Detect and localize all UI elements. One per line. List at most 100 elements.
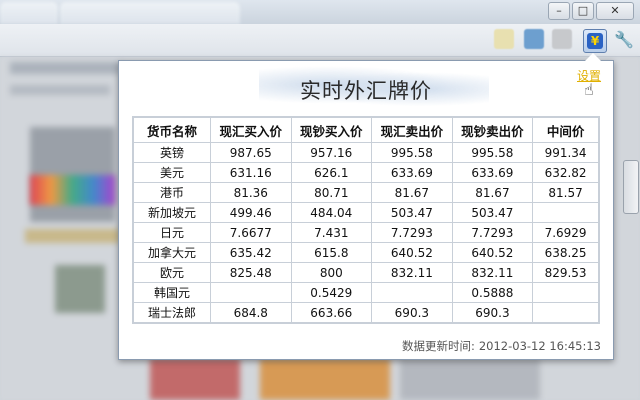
table-row: 港币 81.36 80.71 81.67 81.67 81.57 [132,182,600,203]
rate-cell: 7.6677 [209,222,292,243]
rate-cell: 825.48 [209,262,292,283]
browser-tab-active[interactable] [60,2,240,24]
rate-cell: 81.67 [371,182,453,203]
currency-name-cell: 英镑 [132,142,211,163]
column-header: 现钞卖出价 [451,116,534,143]
rate-cell: 832.11 [371,262,453,283]
rate-cell: 0.5429 [290,282,373,303]
rate-cell: 7.7293 [371,222,453,243]
rate-cell: 690.3 [451,302,534,324]
exchange-rate-table-wrap: 货币名称 现汇买入价 现钞买入价 现汇卖出价 现钞卖出价 中间价 英镑 987.6… [132,116,600,324]
blurred-image [150,359,240,400]
window-controls: – □ ✕ [548,2,634,20]
table-row: 日元 7.6677 7.431 7.7293 7.7293 7.6929 [132,222,600,243]
column-header: 货币名称 [132,116,211,143]
update-time-value: 2012-03-12 16:45:13 [478,339,601,353]
update-time: 数据更新时间: 2012-03-12 16:45:13 [398,338,601,354]
table-row: 韩国元 0.5429 0.5888 [132,282,600,303]
rate-cell: 995.58 [371,142,453,163]
table-row: 欧元 825.48 800 832.11 832.11 829.53 [132,262,600,283]
rate-cell: 626.1 [290,162,373,183]
blurred-text [10,85,110,95]
rate-cell: 81.67 [451,182,534,203]
popup-header: 实时外汇牌价 设置 ☝ [119,61,613,115]
column-header: 现钞买入价 [290,116,373,143]
rate-cell [532,202,600,223]
browser-tab[interactable] [0,2,58,24]
extension-icon[interactable] [524,29,544,49]
table-row: 瑞士法郎 684.8 663.66 690.3 690.3 [132,302,600,324]
blurred-text [10,62,120,74]
rate-cell: 631.16 [209,162,292,183]
currency-name-cell: 加拿大元 [132,242,211,263]
hand-cursor-icon: ☝ [584,80,594,99]
wrench-icon[interactable]: 🔧 [614,30,634,50]
currency-name-cell: 瑞士法郎 [132,302,211,324]
column-header: 现汇卖出价 [371,116,453,143]
blurred-button [25,229,120,243]
rate-cell: 7.431 [290,222,373,243]
rate-cell [532,302,600,324]
rate-cell: 503.47 [371,202,453,223]
table-header-row: 货币名称 现汇买入价 现钞买入价 现汇卖出价 现钞卖出价 中间价 [132,116,600,143]
rate-cell: 640.52 [451,242,534,263]
update-time-label: 数据更新时间: [401,339,475,353]
popup-arrow [585,53,601,61]
rate-cell: 0.5888 [451,282,534,303]
extension-icon[interactable] [552,29,572,49]
table-row: 美元 631.16 626.1 633.69 633.69 632.82 [132,162,600,183]
rate-cell [209,282,292,303]
browser-tab-strip: – □ ✕ [0,0,640,24]
currency-name-cell: 欧元 [132,262,211,283]
forex-extension-button[interactable]: ¥ [583,29,607,53]
currency-name-cell: 港币 [132,182,211,203]
rate-cell: 995.58 [451,142,534,163]
rate-cell: 7.7293 [451,222,534,243]
column-header: 现汇买入价 [209,116,292,143]
rate-cell: 484.04 [290,202,373,223]
rate-cell: 829.53 [532,262,600,283]
blurred-image [400,359,540,400]
rate-cell: 832.11 [451,262,534,283]
currency-name-cell: 新加坡元 [132,202,211,223]
rate-cell: 632.82 [532,162,600,183]
maximize-button[interactable]: □ [572,2,594,20]
exchange-rate-table: 货币名称 现汇买入价 现钞买入价 现汇卖出价 现钞卖出价 中间价 英镑 987.6… [132,116,600,324]
table-row: 英镑 987.65 957.16 995.58 995.58 991.34 [132,142,600,163]
rate-cell: 690.3 [371,302,453,324]
blurred-image [30,175,115,205]
rate-cell: 81.36 [209,182,292,203]
forex-popup: 实时外汇牌价 设置 ☝ 货币名称 现汇买入价 现钞买入价 现汇卖出价 现钞卖出价… [118,60,614,360]
minimize-button[interactable]: – [548,2,570,20]
table-body: 英镑 987.65 957.16 995.58 995.58 991.34 美元 631.16… [132,142,600,324]
rate-cell: 80.71 [290,182,373,203]
blurred-image [55,265,105,313]
rate-cell: 957.16 [290,142,373,163]
page-scrollbar[interactable] [623,160,639,214]
rate-cell: 499.46 [209,202,292,223]
rate-cell: 640.52 [371,242,453,263]
rate-cell: 633.69 [451,162,534,183]
column-header: 中间价 [532,116,600,143]
forex-extension-icon: ¥ [587,33,603,49]
rate-cell: 800 [290,262,373,283]
rate-cell: 663.66 [290,302,373,324]
rate-cell: 987.65 [209,142,292,163]
browser-toolbar [0,24,640,57]
rate-cell: 615.8 [290,242,373,263]
table-row: 新加坡元 499.46 484.04 503.47 503.47 [132,202,600,223]
currency-name-cell: 日元 [132,222,211,243]
rate-cell: 638.25 [532,242,600,263]
currency-name-cell: 美元 [132,162,211,183]
star-icon[interactable] [494,29,514,49]
rate-cell: 991.34 [532,142,600,163]
table-row: 加拿大元 635.42 615.8 640.52 640.52 638.25 [132,242,600,263]
currency-name-cell: 韩国元 [132,282,211,303]
blurred-image [260,359,390,400]
rate-cell: 633.69 [371,162,453,183]
rate-cell: 7.6929 [532,222,600,243]
rate-cell: 81.57 [532,182,600,203]
popup-title: 实时外汇牌价 [300,79,432,103]
rate-cell: 503.47 [451,202,534,223]
close-button[interactable]: ✕ [596,2,634,20]
